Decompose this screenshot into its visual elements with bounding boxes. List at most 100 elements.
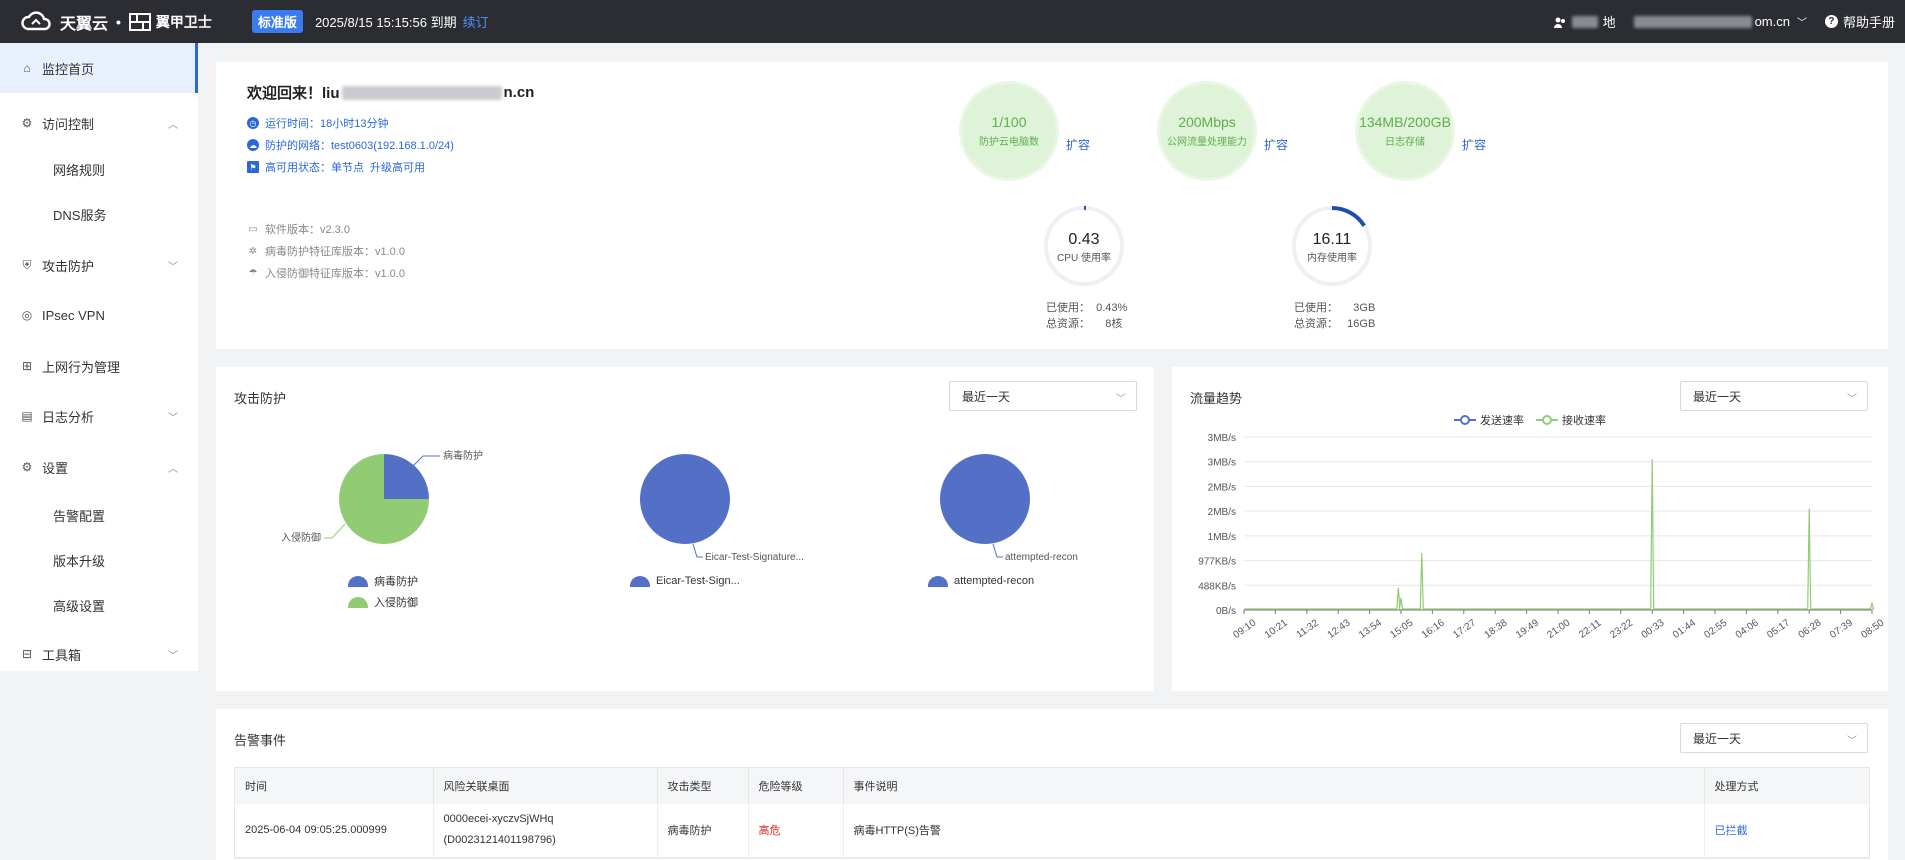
gear-icon: ⚙ — [21, 460, 33, 474]
location-label: 地 — [1602, 15, 1616, 30]
chevron-down-icon: ﹀ — [168, 650, 178, 662]
sidebar-item-label: 攻击防护 — [42, 258, 95, 274]
x-tick-label: 06:28 — [1797, 617, 1824, 641]
x-tick-label: 17:27 — [1451, 617, 1478, 641]
y-tick-label: 1MB/s — [1208, 532, 1236, 543]
sidebar-item-log-analysis[interactable]: ▤ 日志分析 ﹀ — [0, 391, 198, 441]
sidebar-item-label: 工具箱 — [42, 647, 82, 663]
sidebar-item-attack-protection[interactable]: ⛨ 攻击防护 ﹀ — [0, 241, 198, 289]
expand-log-storage-link[interactable]: 扩容 — [1462, 136, 1486, 153]
y-tick-label: 0B/s — [1216, 606, 1236, 617]
col-desktop: 风险关联桌面 — [433, 768, 658, 804]
help-label: 帮助手册 — [1842, 15, 1895, 30]
log-icon: ▤ — [21, 409, 33, 423]
sidebar-item-monitor[interactable]: ⌂ 监控首页 — [0, 43, 198, 93]
x-tick-label: 10:21 — [1263, 617, 1290, 641]
logo[interactable]: 天翼云 • 翼甲卫士 — [20, 10, 212, 34]
location-selector[interactable]: 地 — [1553, 12, 1616, 31]
ha-line: ⚑ 高可用状态：单节点 升级高可用 — [247, 156, 454, 178]
cell-action: 已拦截 — [1704, 804, 1869, 858]
legend-label: 病毒防护 — [374, 576, 418, 588]
legend-virus[interactable]: 病毒防护 — [348, 573, 418, 589]
capacity-label: 防护云电脑数 — [979, 137, 1039, 148]
pie1-label-virus: 病毒防护 — [443, 449, 483, 462]
umbrella-icon: ☂ — [248, 267, 258, 279]
username-redacted — [341, 85, 502, 100]
x-tick-label: 16:16 — [1420, 617, 1447, 641]
x-tick-label: 00:33 — [1640, 617, 1667, 641]
memory-used: 已使用： 3GB — [1294, 302, 1376, 314]
ha-upgrade-link[interactable]: 升级高可用 — [370, 159, 425, 175]
alerts-table: 时间 风险关联桌面 攻击类型 危险等级 事件说明 处理方式 2025-06-04… — [234, 767, 1870, 859]
pie2-label-line — [692, 543, 703, 558]
cpu-total: 总资源： 8核 — [1046, 318, 1123, 330]
memory-gauge-arc — [1331, 206, 1366, 227]
capacity-value: 1/100 — [991, 114, 1027, 130]
cell-time: 2025-06-04 09:05:25.000999 — [235, 804, 434, 858]
sidebar-item-ipsec-vpn[interactable]: ◎ IPsec VPN — [0, 289, 198, 341]
edition-badge: 标准版 — [251, 10, 303, 33]
recv-rate-line — [1244, 459, 1875, 610]
legend-recon[interactable]: attempted-recon — [928, 575, 1034, 587]
access-control-icon: ⚙ — [21, 116, 33, 130]
clock-icon: ◷ — [247, 117, 259, 129]
sidebar-item-behavior[interactable]: ⊞ 上网行为管理 — [0, 341, 198, 391]
pie-recon-slice — [940, 454, 1030, 544]
virus-db-text: 病毒防护特征库版本：v1.0.0 — [265, 246, 405, 258]
flag-icon: ⚑ — [247, 161, 259, 173]
legend-signature[interactable]: Eicar-Test-Sign... — [630, 575, 740, 587]
sidebar-item-access-control[interactable]: ⚙ 访问控制 ︿ — [0, 99, 198, 147]
memory-label: 内存使用率 — [1307, 253, 1357, 264]
col-time: 时间 — [235, 768, 434, 804]
cell-level: 高危 — [748, 804, 844, 858]
y-tick-label: 3MB/s — [1208, 433, 1236, 444]
sidebar-item-settings[interactable]: ⚙ 设置 ︿ — [0, 441, 198, 493]
expand-desktops-link[interactable]: 扩容 — [1066, 136, 1090, 153]
renew-link[interactable]: 续订 — [463, 12, 489, 31]
chevron-up-icon: ︿ — [168, 119, 178, 131]
legend-ips[interactable]: 入侵防御 — [348, 594, 418, 610]
legend-swatch — [630, 575, 650, 587]
x-tick-label: 07:39 — [1828, 617, 1855, 641]
pie1-label-ips: 入侵防御 — [281, 531, 321, 544]
account-menu[interactable]: om.cn ﹀ — [1633, 14, 1807, 29]
x-tick-label: 02:55 — [1702, 617, 1729, 641]
x-tick-label: 01:44 — [1671, 617, 1698, 641]
ips-db-line: ☂ 入侵防御特征库版本：v1.0.0 — [247, 262, 405, 284]
y-tick-label: 2MB/s — [1208, 507, 1236, 518]
sidebar-item-alert-config[interactable]: 告警配置 — [0, 493, 198, 538]
table-header-row: 时间 风险关联桌面 攻击类型 危险等级 事件说明 处理方式 — [235, 768, 1869, 804]
alerts-range-select[interactable]: 最近一天 ﹀ — [1680, 723, 1868, 753]
help-link[interactable]: ? 帮助手册 — [1824, 12, 1895, 31]
legend-label: attempted-recon — [954, 575, 1035, 587]
home-icon: ⌂ — [23, 61, 31, 75]
alerts-card: 告警事件 最近一天 ﹀ 时间 风险关联桌面 攻击类型 危险等级 事件说明 处理方… — [216, 709, 1888, 860]
sidebar-item-dns[interactable]: DNS服务 — [0, 192, 198, 237]
chevron-down-icon: ﹀ — [1847, 736, 1857, 747]
sidebar-item-toolbox[interactable]: ⊟ 工具箱 ﹀ — [0, 628, 198, 680]
x-tick-label: 15:05 — [1388, 617, 1415, 641]
window-icon: ▭ — [248, 223, 258, 235]
table-row: 2025-06-04 09:05:25.000999 0000ecei-xycz… — [235, 804, 1869, 858]
col-action: 处理方式 — [1704, 768, 1869, 804]
memory-value: 16.11 — [1312, 231, 1352, 248]
pie1-label-line-ips — [324, 523, 346, 539]
x-tick-label: 11:32 — [1295, 618, 1322, 641]
x-tick-label: 21:00 — [1545, 617, 1572, 641]
sidebar-item-version-upgrade[interactable]: 版本升级 — [0, 538, 198, 583]
y-tick-label: 488KB/s — [1198, 581, 1236, 592]
x-tick-label: 13:54 — [1357, 617, 1384, 641]
greeting-prefix: 欢迎回来！liu — [247, 85, 340, 102]
virus-db-line: ✲ 病毒防护特征库版本：v1.0.0 — [247, 240, 405, 262]
top-bar: 天翼云 • 翼甲卫士 标准版 2025/8/15 15:15:56 到期 续订 … — [0, 0, 1905, 43]
capacity-label: 日志存储 — [1385, 137, 1425, 148]
x-tick-label: 04:06 — [1734, 617, 1761, 641]
expand-bandwidth-link[interactable]: 扩容 — [1264, 136, 1288, 153]
blocked-link[interactable]: 已拦截 — [1715, 825, 1748, 837]
cell-desc: 病毒HTTP(S)告警 — [843, 804, 1705, 858]
y-tick-label: 3MB/s — [1208, 458, 1236, 469]
sidebar-item-network-rules[interactable]: 网络规则 — [0, 147, 198, 192]
sidebar-item-advanced[interactable]: 高级设置 — [0, 583, 198, 628]
chevron-down-icon: ﹀ — [1796, 18, 1807, 29]
x-tick-label: 23:22 — [1608, 617, 1635, 641]
